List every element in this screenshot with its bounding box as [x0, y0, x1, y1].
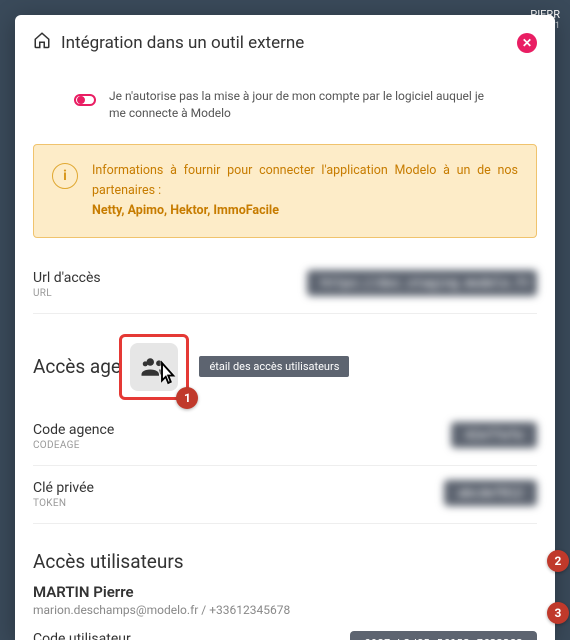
url-value[interactable]: https://doc.staging.modelo.fr [307, 270, 537, 296]
code-agence-sublabel: CODEAGE [33, 440, 114, 451]
url-field: Url d'accès URL https://doc.staging.mode… [33, 256, 537, 314]
annotation-badge-3: 3 [547, 602, 569, 624]
highlight-annotation-1: 1 [119, 334, 189, 400]
toggle-off-icon[interactable] [73, 88, 97, 118]
permission-toggle-row: Je n'autorise pas la mise à jour de mon … [33, 70, 537, 140]
user-fullname: MARTIN Pierre [33, 583, 537, 601]
info-line: Informations à fournir pour connecter l'… [92, 163, 518, 198]
integration-modal: Intégration dans un outil externe ✕ Je n… [15, 15, 555, 640]
code-agence-field: Code agence CODEAGE 42effefe [33, 408, 537, 466]
code-agence-label: Code agence [33, 422, 114, 438]
cursor-icon [152, 358, 182, 393]
code-user-value[interactable]: 6087cb2d85a56152c7622282 [350, 631, 537, 640]
info-text: Informations à fournir pour connecter l'… [92, 161, 518, 221]
user-contact: marion.deschamps@modelo.fr / +3361234567… [33, 603, 537, 617]
cle-privee-agence-value[interactable]: abcdef012 [444, 480, 537, 506]
url-sublabel: URL [33, 288, 101, 299]
users-section-title: Accès utilisateurs [33, 550, 184, 573]
user-details-tooltip: étail des accès utilisateurs [199, 356, 349, 377]
home-icon[interactable] [33, 31, 51, 54]
info-icon: i [52, 163, 78, 189]
close-icon: ✕ [522, 36, 532, 50]
agency-section-title: Accès agen [33, 355, 131, 378]
cle-privee-agence-sublabel: TOKEN [33, 498, 94, 509]
annotation-badge-2: 2 [547, 550, 569, 572]
permission-text: Je n'autorise pas la mise à jour de mon … [109, 88, 497, 122]
user-details-button[interactable] [130, 343, 178, 391]
cle-privee-agence-field: Clé privée TOKEN abcdef012 [33, 466, 537, 524]
modal-title: Intégration dans un outil externe [61, 33, 517, 53]
info-partners: Netty, Apimo, Hektor, ImmoFacile [92, 203, 279, 218]
partner-info-box: i Informations à fournir pour connecter … [33, 144, 537, 238]
agency-section-header: Accès agen 1 étail des accès utilisateur… [33, 334, 537, 400]
modal-header: Intégration dans un outil externe ✕ [15, 15, 555, 70]
code-agence-value[interactable]: 42effefe [451, 422, 537, 448]
close-button[interactable]: ✕ [517, 33, 537, 53]
code-user-label: Code utilisateur [33, 631, 131, 640]
users-section-header: Accès utilisateurs [33, 550, 537, 573]
cle-privee-agence-label: Clé privée [33, 480, 94, 496]
annotation-badge-1: 1 [176, 387, 198, 409]
url-label: Url d'accès [33, 270, 101, 286]
code-user-field: Code utilisateur CODEUSR 6087cb2d85a5615… [33, 617, 537, 640]
user-block: MARTIN Pierre marion.deschamps@modelo.fr… [33, 583, 537, 617]
